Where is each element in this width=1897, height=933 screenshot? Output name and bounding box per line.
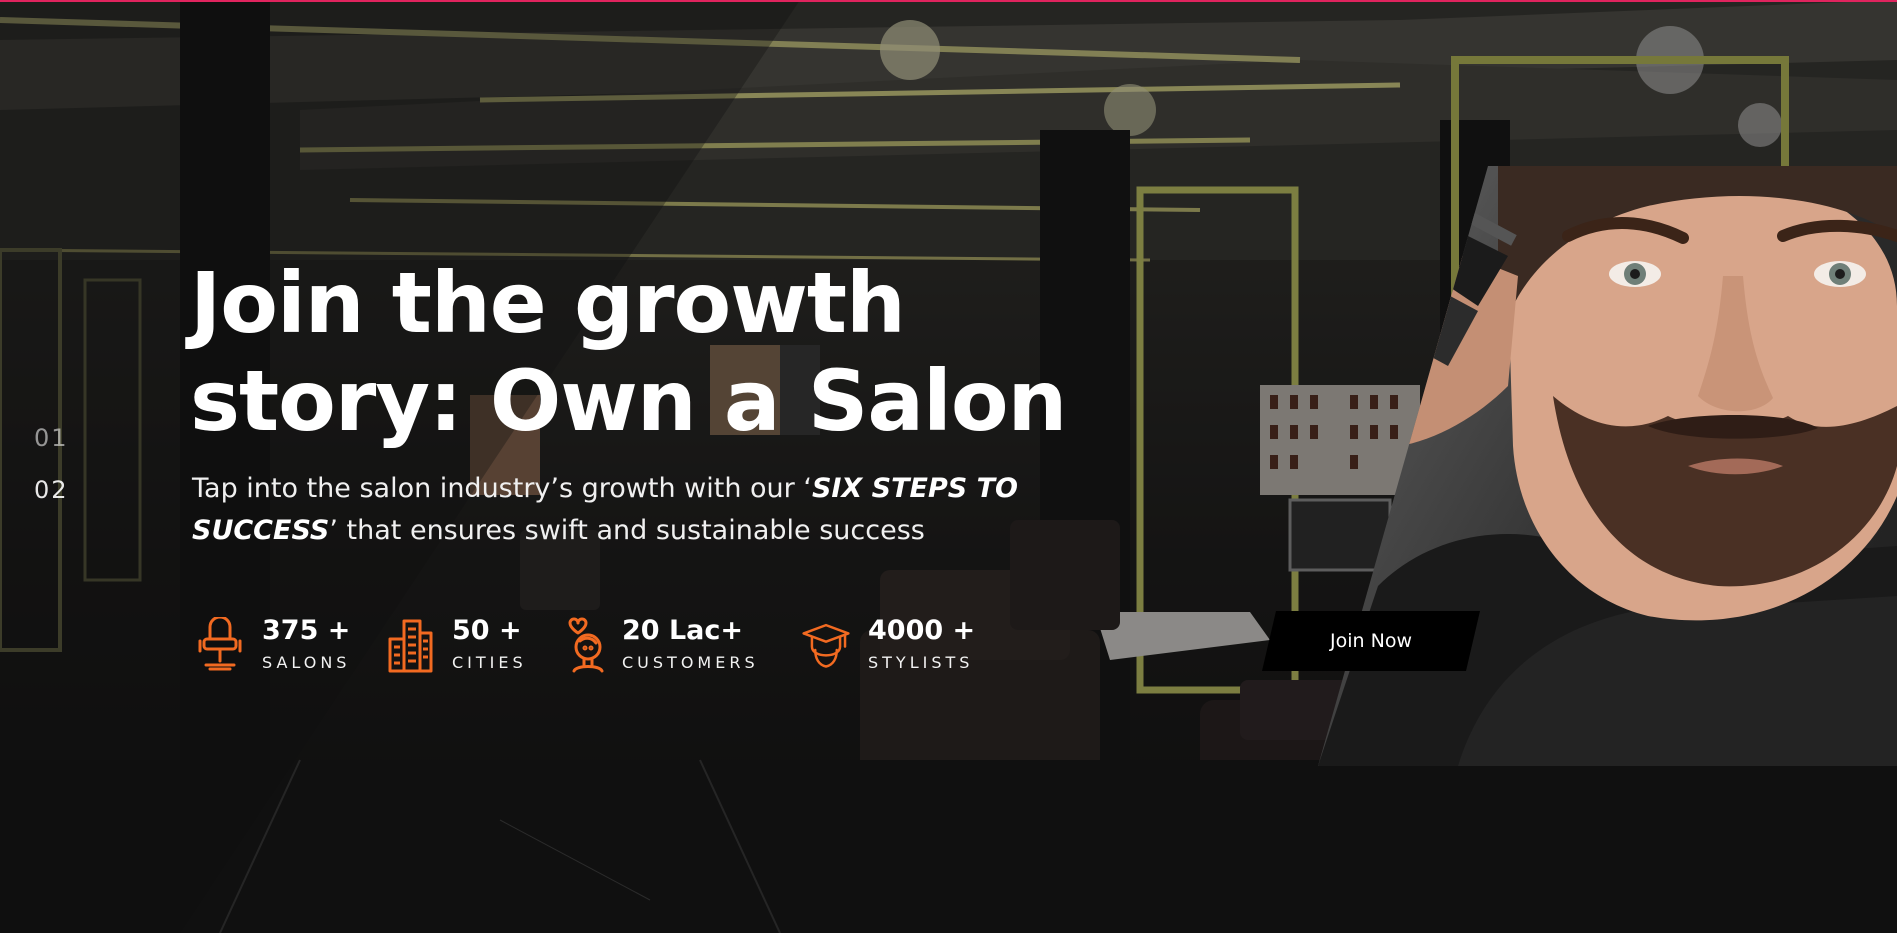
hero-title-line-2: story: Own a Salon (190, 352, 1067, 450)
stat-stylists-label: STYLISTS (868, 653, 974, 672)
join-now-button[interactable]: Join Now (1262, 611, 1480, 671)
stat-customers-label: CUSTOMERS (622, 653, 759, 672)
top-accent-bar (0, 0, 1897, 2)
city-buildings-icon (388, 619, 433, 673)
stat-stylists-value: 4000 + (868, 615, 976, 646)
stat-salons-label: SALONS (262, 653, 351, 672)
hero-subtitle-part-2: ’ that ensures swift and sustainable suc… (329, 515, 925, 546)
graduation-cap-icon (802, 623, 850, 668)
stat-cities-label: CITIES (452, 653, 527, 672)
slide-indicator-01[interactable]: 01 (34, 424, 69, 452)
customer-heart-icon (568, 617, 604, 673)
stat-customers-value: 20 Lac+ (622, 615, 744, 646)
slide-indicator-02[interactable]: 02 (34, 476, 69, 504)
hero-title-line-1: Join the growth (190, 254, 906, 352)
hero-subtitle: Tap into the salon industry’s growth wit… (192, 468, 1092, 552)
hero-subtitle-part-1: Tap into the salon industry’s growth wit… (192, 473, 812, 504)
salon-chair-icon (198, 617, 242, 671)
hero-title: Join the growth story: Own a Salon (190, 254, 1150, 450)
stat-cities-value: 50 + (452, 615, 522, 646)
stat-salons-value: 375 + (262, 615, 351, 646)
